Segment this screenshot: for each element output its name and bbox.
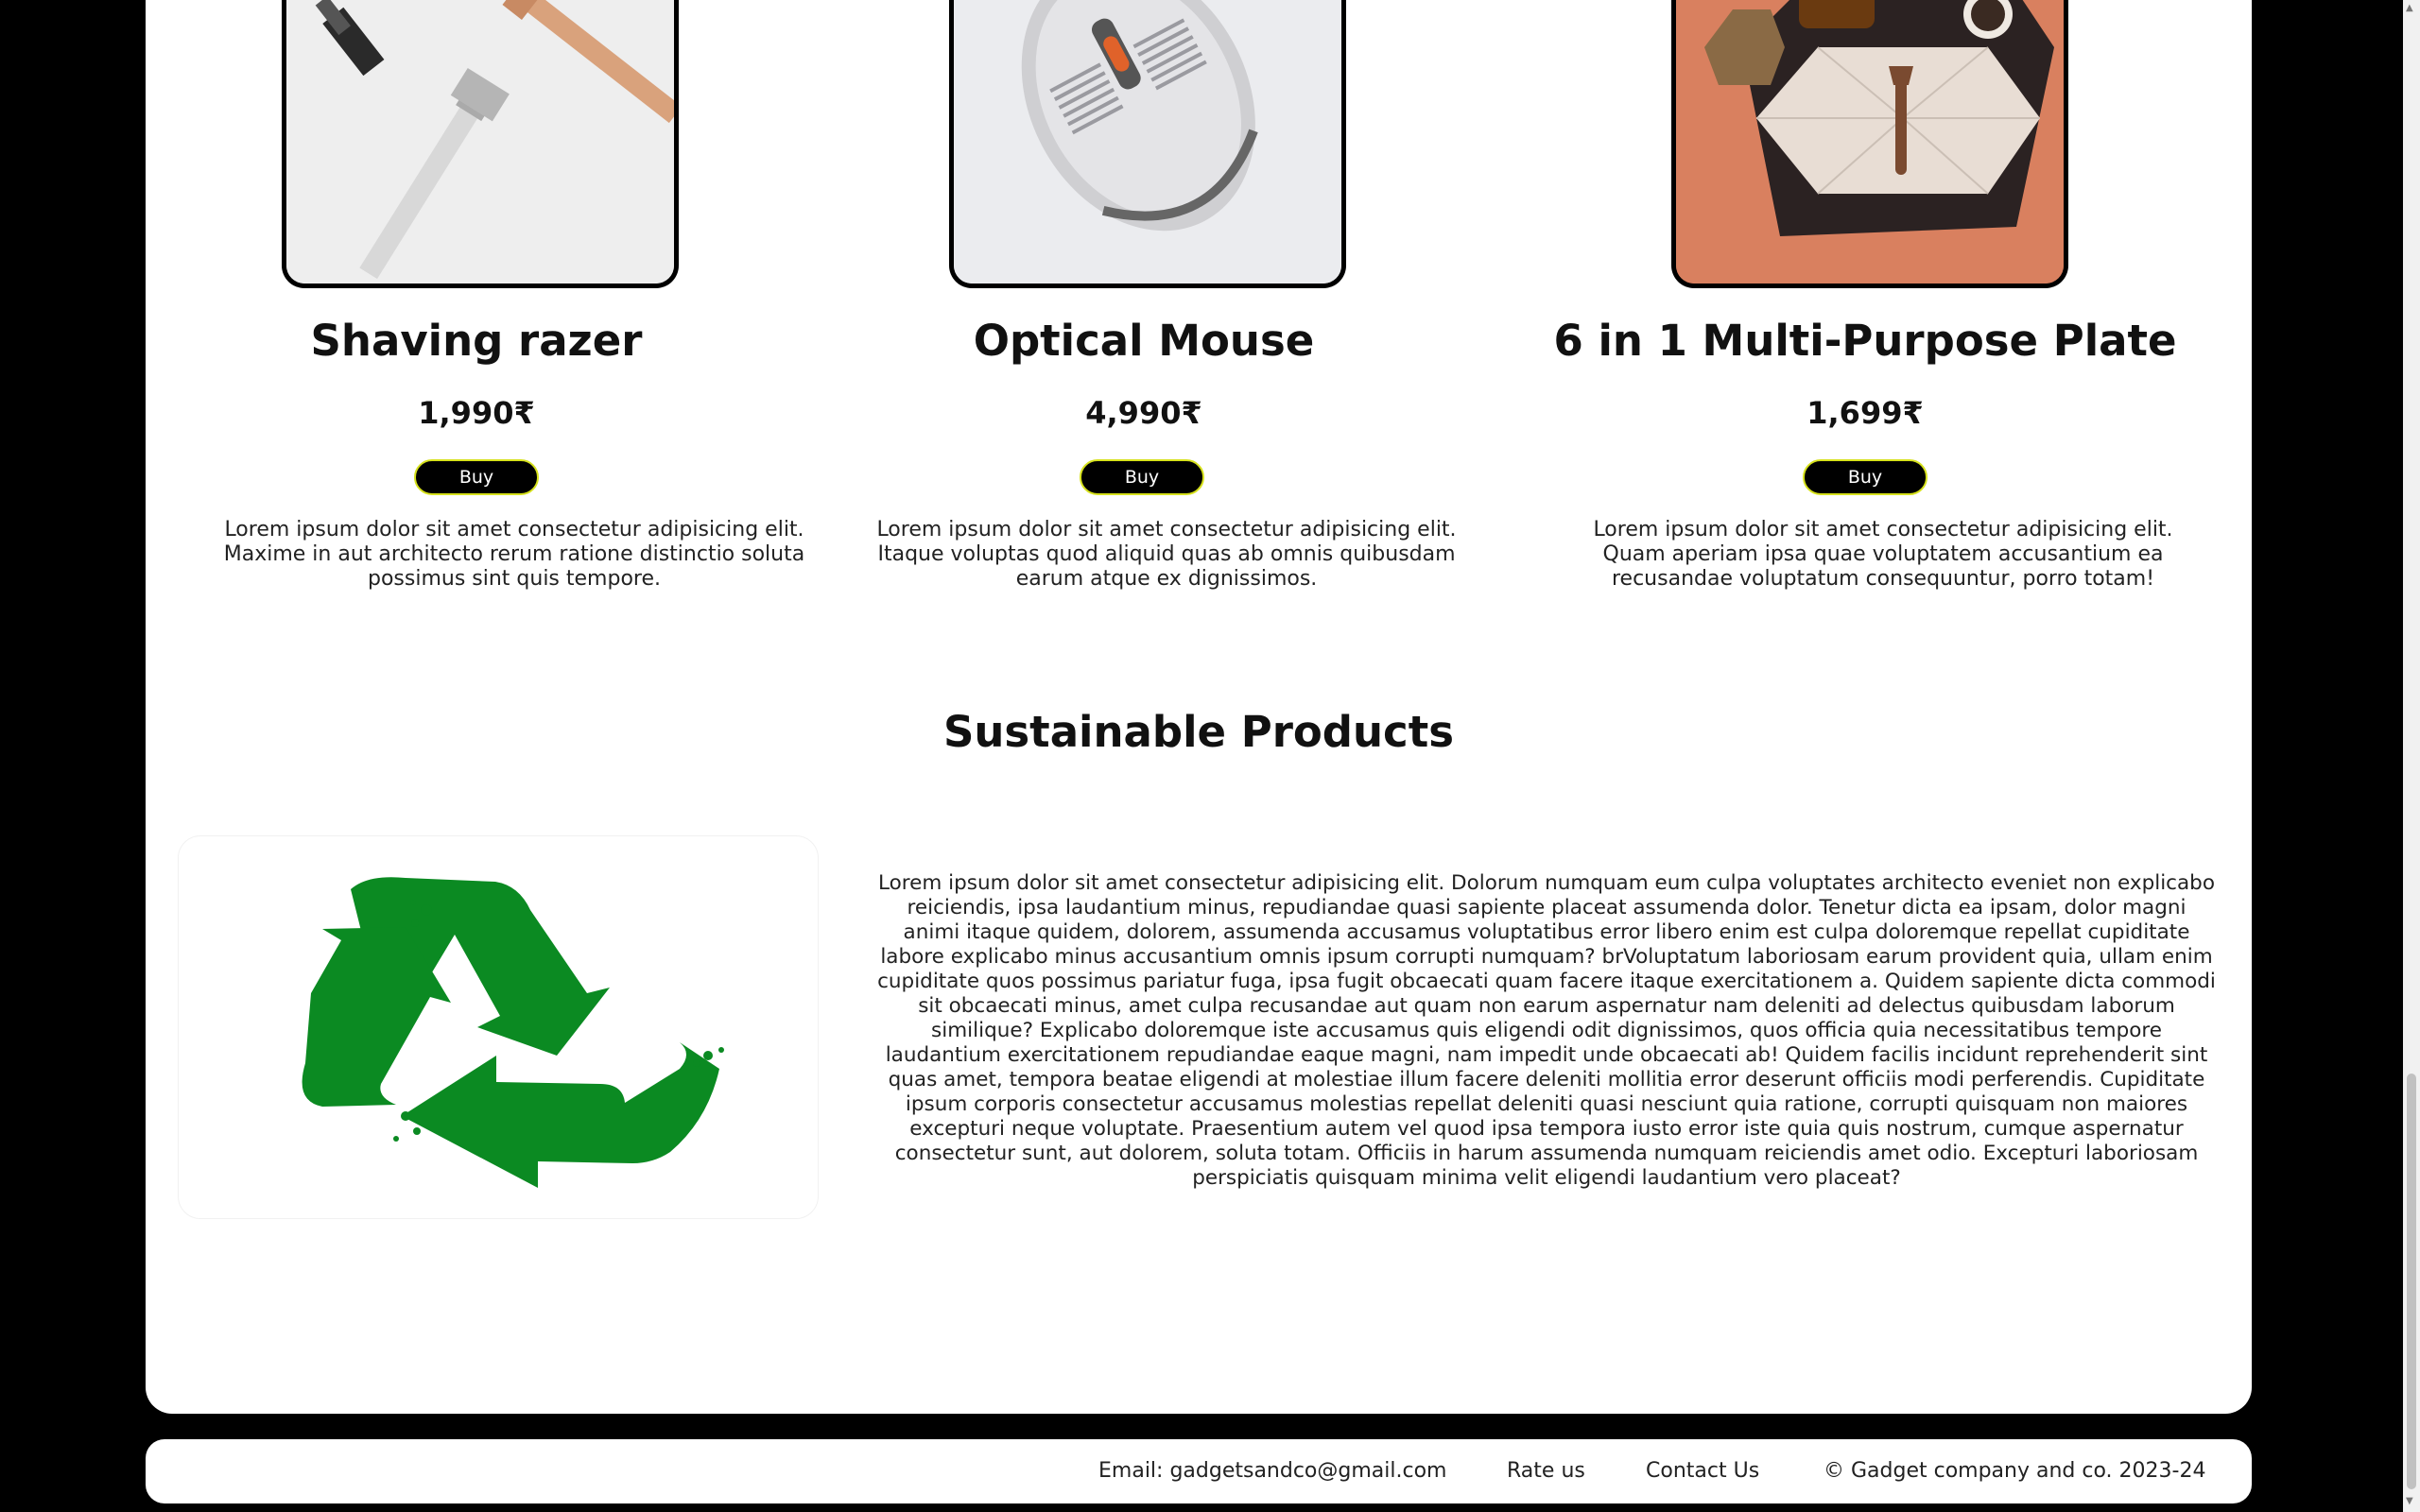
product-image-mouse	[949, 0, 1346, 288]
product-price: 1,699₹	[1806, 395, 1924, 431]
recycle-image-box	[178, 835, 819, 1219]
page-scrollbar[interactable]: ▲ ▼	[2403, 0, 2420, 1512]
footer-rate-us-link[interactable]: Rate us	[1507, 1439, 1585, 1503]
product-image-razor	[282, 0, 679, 288]
buy-button-razor[interactable]: Buy	[414, 459, 539, 495]
main-panel: Shaving razer 1,990₹ Buy Lorem ipsum dol…	[146, 0, 2252, 1414]
mouse-image	[954, 0, 1341, 284]
scroll-down-icon[interactable]: ▼	[2406, 1497, 2413, 1506]
sustainable-description: Lorem ipsum dolor sit amet consectetur a…	[877, 871, 2216, 1190]
product-description: Lorem ipsum dolor sit amet consectetur a…	[223, 518, 805, 591]
product-name: 6 in 1 Multi-Purpose Plate	[1553, 316, 2177, 366]
footer: Email: gadgetsandco@gmail.com Rate us Co…	[146, 1439, 2252, 1503]
scrollbar-thumb[interactable]	[2407, 1074, 2416, 1489]
footer-copyright: © Gadget company and co. 2023-24	[1824, 1459, 2206, 1483]
recycle-icon	[302, 877, 724, 1188]
footer-contact-link[interactable]: Contact Us	[1646, 1439, 1759, 1503]
razor-image	[286, 0, 674, 284]
scroll-up-icon[interactable]: ▲	[2406, 4, 2413, 13]
product-description: Lorem ipsum dolor sit amet consectetur a…	[876, 518, 1457, 591]
buy-button-mouse[interactable]: Buy	[1080, 459, 1204, 495]
product-description: Lorem ipsum dolor sit amet consectetur a…	[1593, 518, 2173, 591]
footer-email[interactable]: Email: gadgetsandco@gmail.com	[1098, 1439, 1446, 1503]
product-image-plate	[1671, 0, 2068, 288]
section-title-sustainable: Sustainable Products	[942, 707, 1455, 757]
plate-image	[1676, 0, 2064, 284]
buy-button-plate[interactable]: Buy	[1803, 459, 1927, 495]
